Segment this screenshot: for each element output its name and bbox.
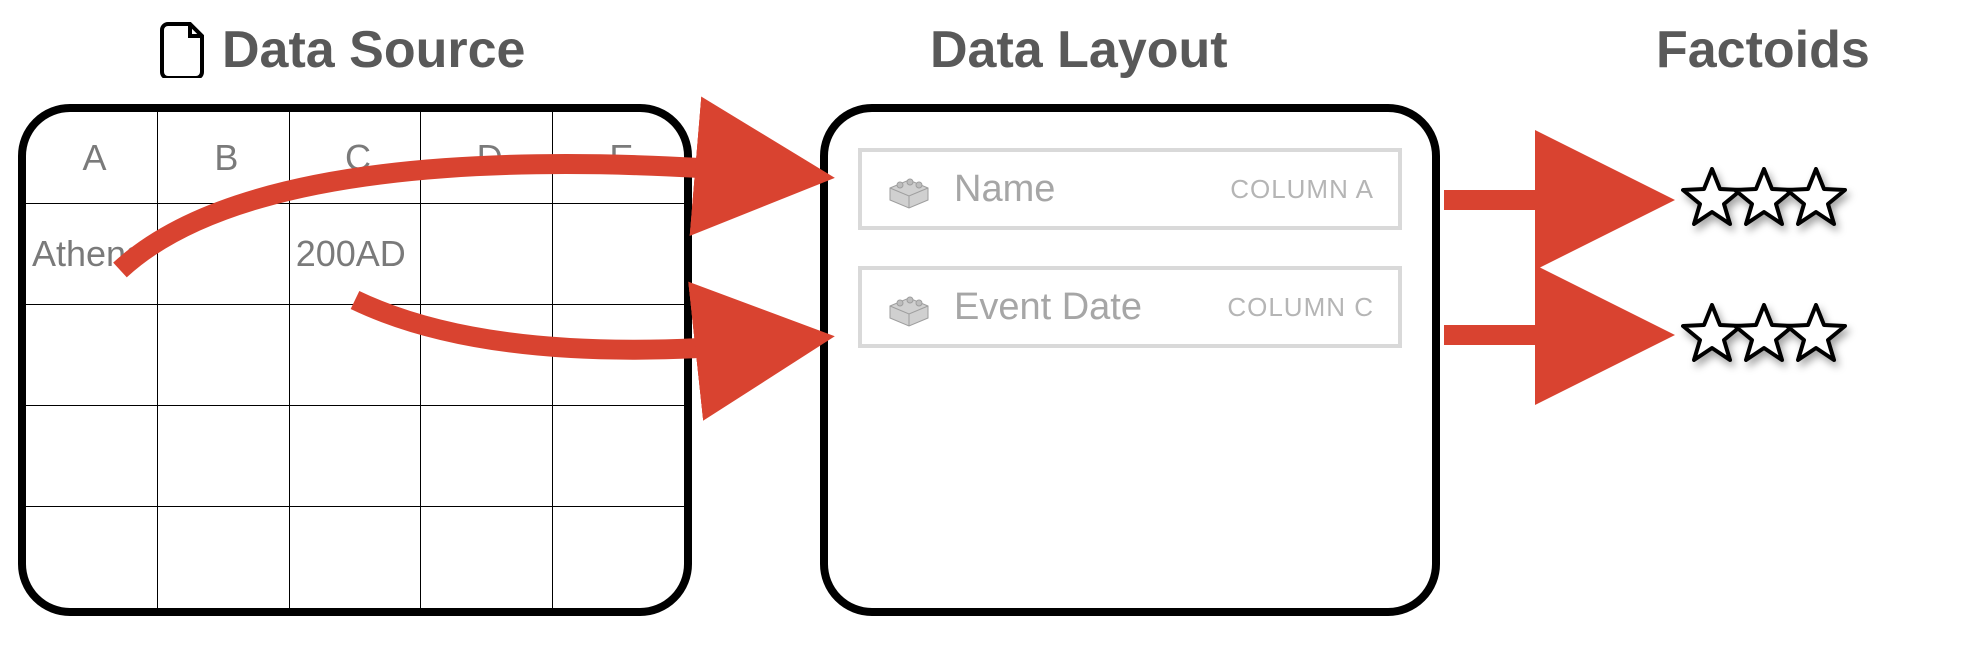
table-row [26,507,684,608]
block-icon [886,166,932,212]
data-source-panel: A B C D E Athens 200AD [18,104,692,616]
file-icon [160,22,208,78]
factoid-stars [1680,166,1848,228]
col-header: A [26,112,158,204]
cell [552,305,684,406]
block-icon [886,284,932,330]
col-header: B [158,112,290,204]
col-header: E [552,112,684,204]
data-source-table: A B C D E Athens 200AD [26,112,684,608]
cell [158,204,290,305]
layout-field-column: COLUMN C [1227,292,1374,323]
table-row [26,305,684,406]
cell [289,507,421,608]
table-header-row: A B C D E [26,112,684,204]
table-row [26,406,684,507]
cell [289,305,421,406]
layout-field-event-date: Event Date COLUMN C [858,266,1402,348]
heading-factoids: Factoids [1656,20,1870,80]
cell [158,305,290,406]
heading-factoids-text: Factoids [1656,20,1870,80]
cell [421,507,553,608]
table-row: Athens 200AD [26,204,684,305]
cell [421,305,553,406]
layout-field-column: COLUMN A [1230,174,1374,205]
data-layout-panel: Name COLUMN A Event Date COLUMN C [820,104,1440,616]
layout-field-label: Name [954,168,1055,211]
cell: Athens [26,204,158,305]
factoid-stars [1680,302,1848,364]
cell [552,204,684,305]
layout-field-label: Event Date [954,286,1142,329]
cell [289,406,421,507]
col-header: D [421,112,553,204]
cell [26,406,158,507]
col-header: C [289,112,421,204]
heading-data-source-text: Data Source [222,20,525,80]
heading-data-layout-text: Data Layout [930,20,1228,80]
cell [26,507,158,608]
cell [421,204,553,305]
heading-data-layout: Data Layout [930,20,1228,80]
layout-field-name: Name COLUMN A [858,148,1402,230]
cell [421,406,553,507]
cell [26,305,158,406]
cell: 200AD [289,204,421,305]
cell [158,507,290,608]
cell [158,406,290,507]
cell [552,406,684,507]
cell [552,507,684,608]
heading-data-source: Data Source [160,20,525,80]
